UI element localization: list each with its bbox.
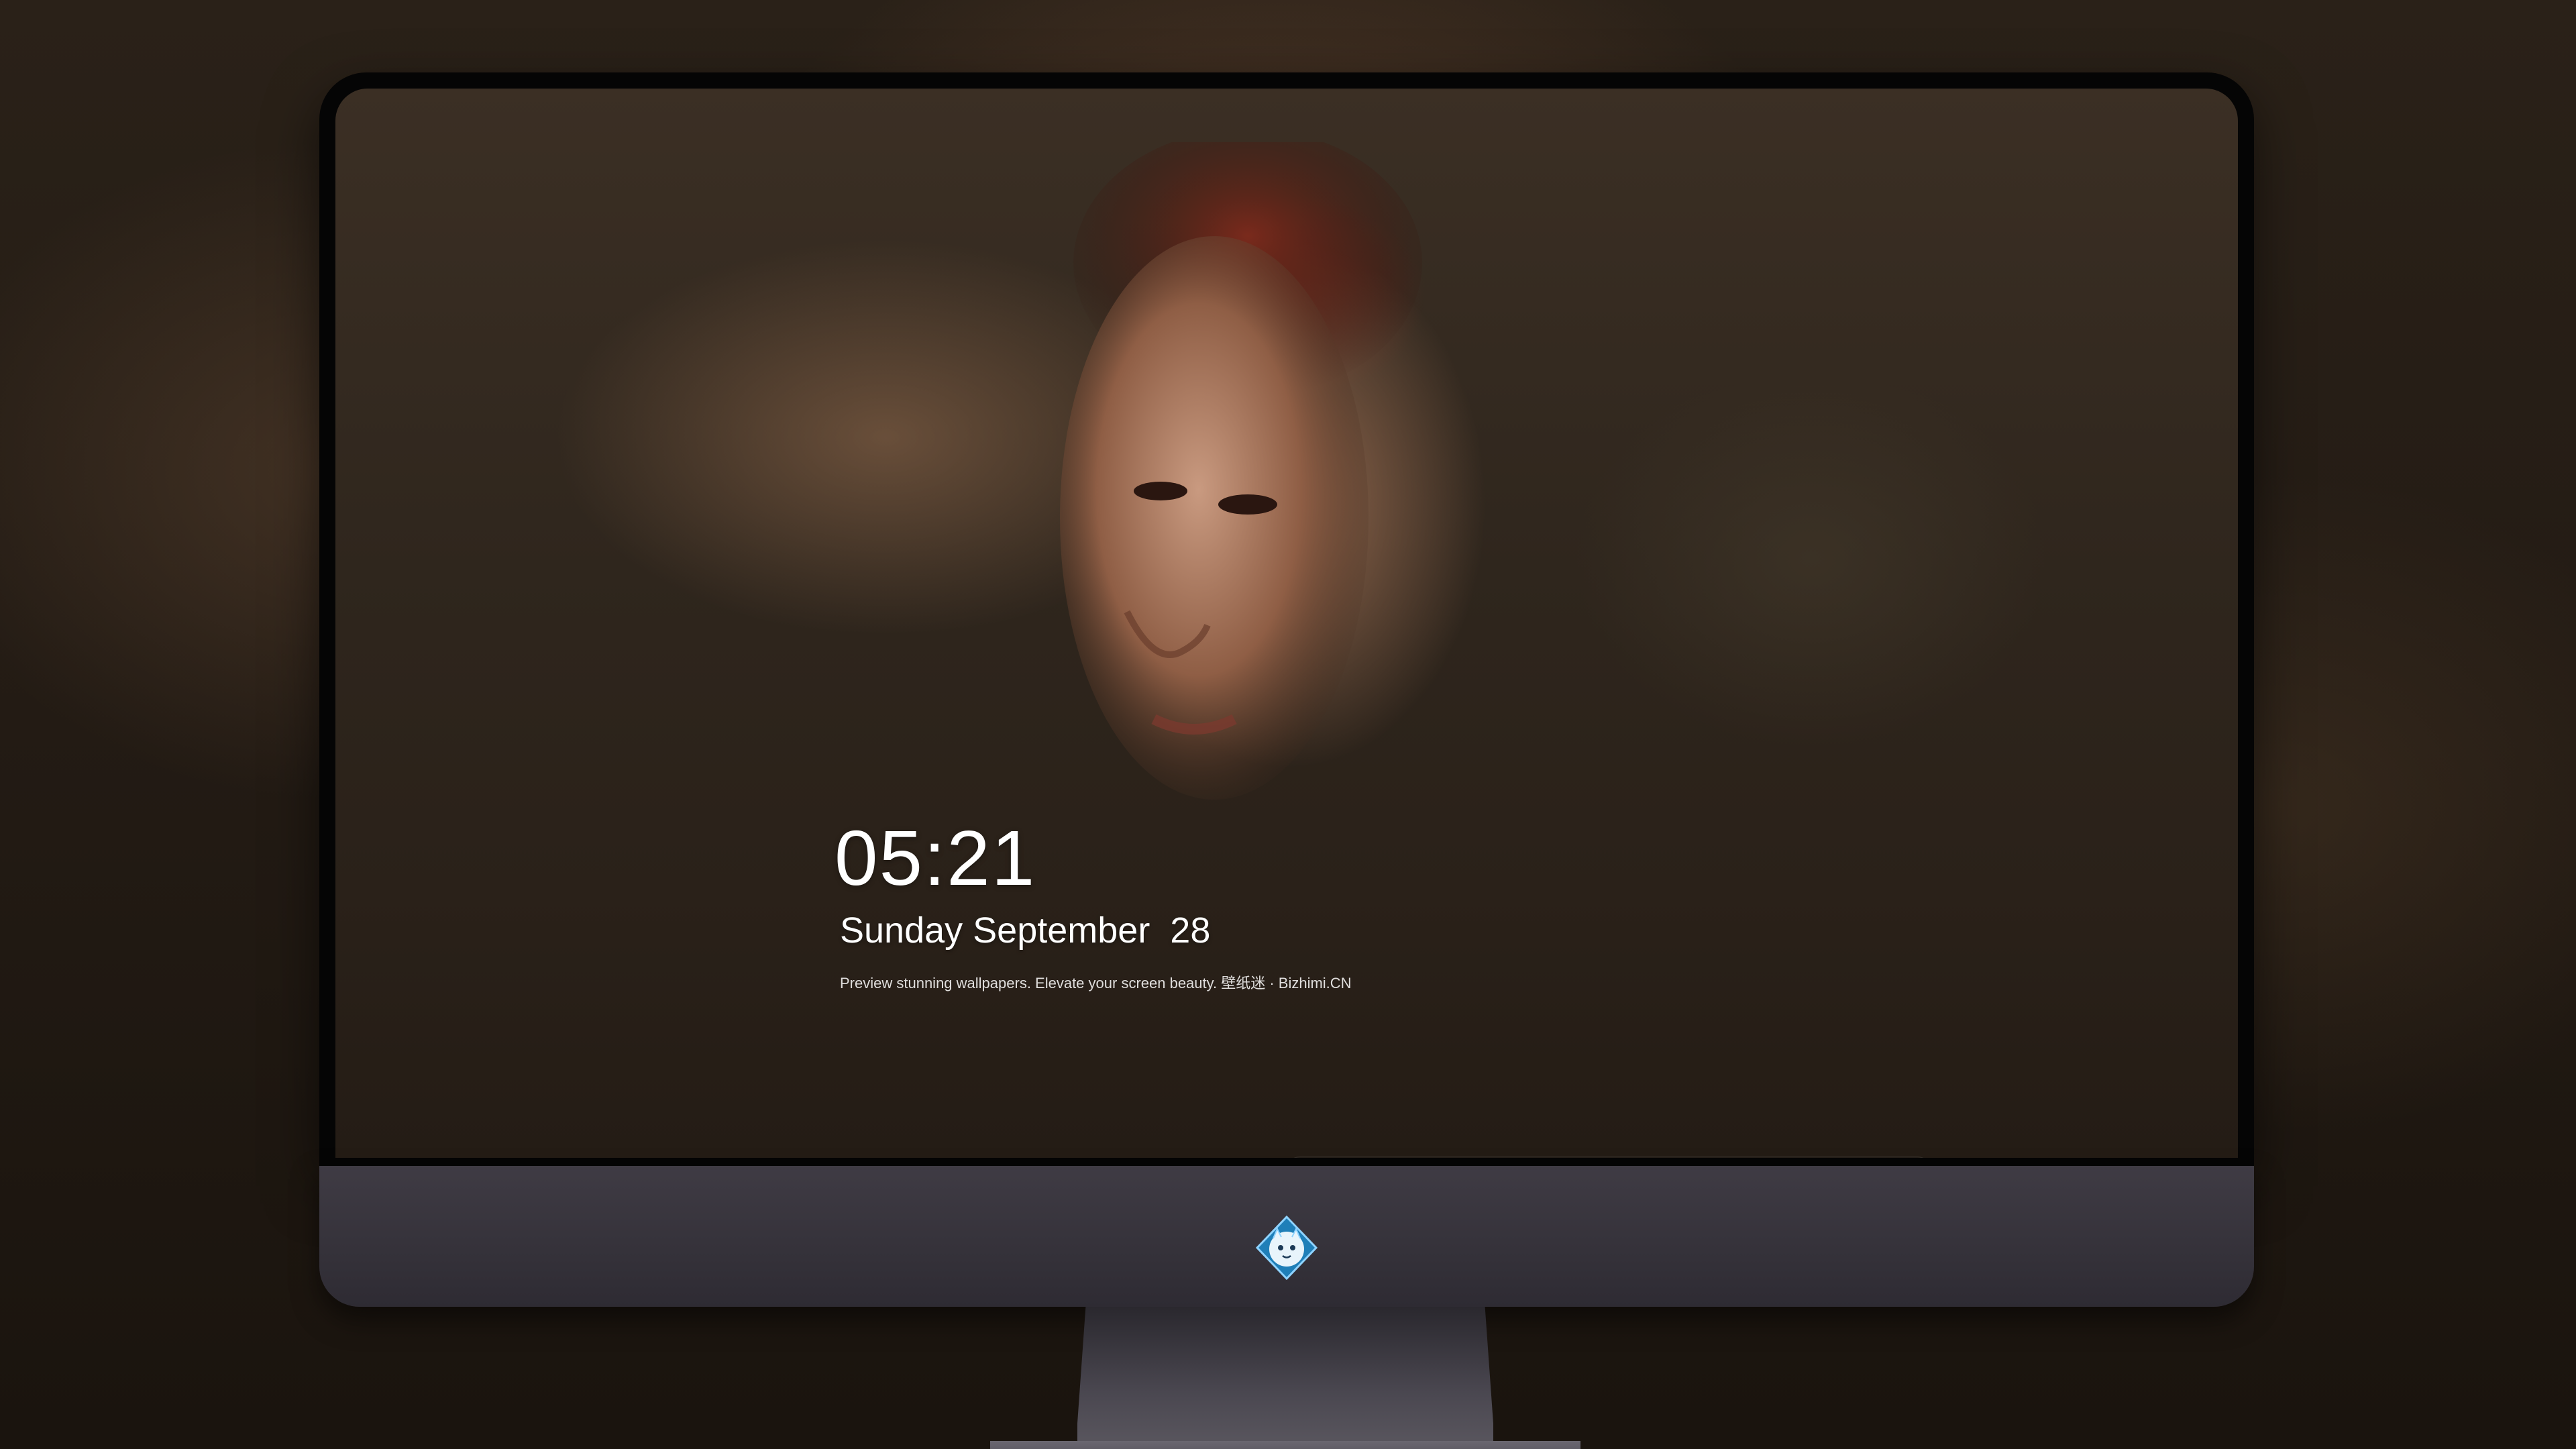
lock-screen[interactable]: 05:21 Sunday September 28 Preview stunni… bbox=[335, 89, 2238, 1158]
lock-clock: 05:21 bbox=[835, 814, 1036, 902]
mascot-logo-icon bbox=[1255, 1215, 1318, 1281]
monitor-bezel: 05:21 Sunday September 28 Preview stunni… bbox=[319, 72, 2254, 1166]
monitor: 05:21 Sunday September 28 Preview stunni… bbox=[319, 72, 2254, 1449]
wallpaper-portrait bbox=[1060, 142, 1422, 800]
lock-date: Sunday September 28 bbox=[840, 910, 1211, 951]
wallpaper-tagline: Preview stunning wallpapers. Elevate you… bbox=[840, 975, 1352, 991]
monitor-stand-base bbox=[990, 1441, 1580, 1449]
monitor-stand bbox=[1077, 1307, 1493, 1449]
desktop-scene: 05:21 Sunday September 28 Preview stunni… bbox=[0, 0, 2576, 1449]
dock bbox=[1285, 1157, 1932, 1158]
monitor-chin bbox=[319, 1166, 2254, 1307]
